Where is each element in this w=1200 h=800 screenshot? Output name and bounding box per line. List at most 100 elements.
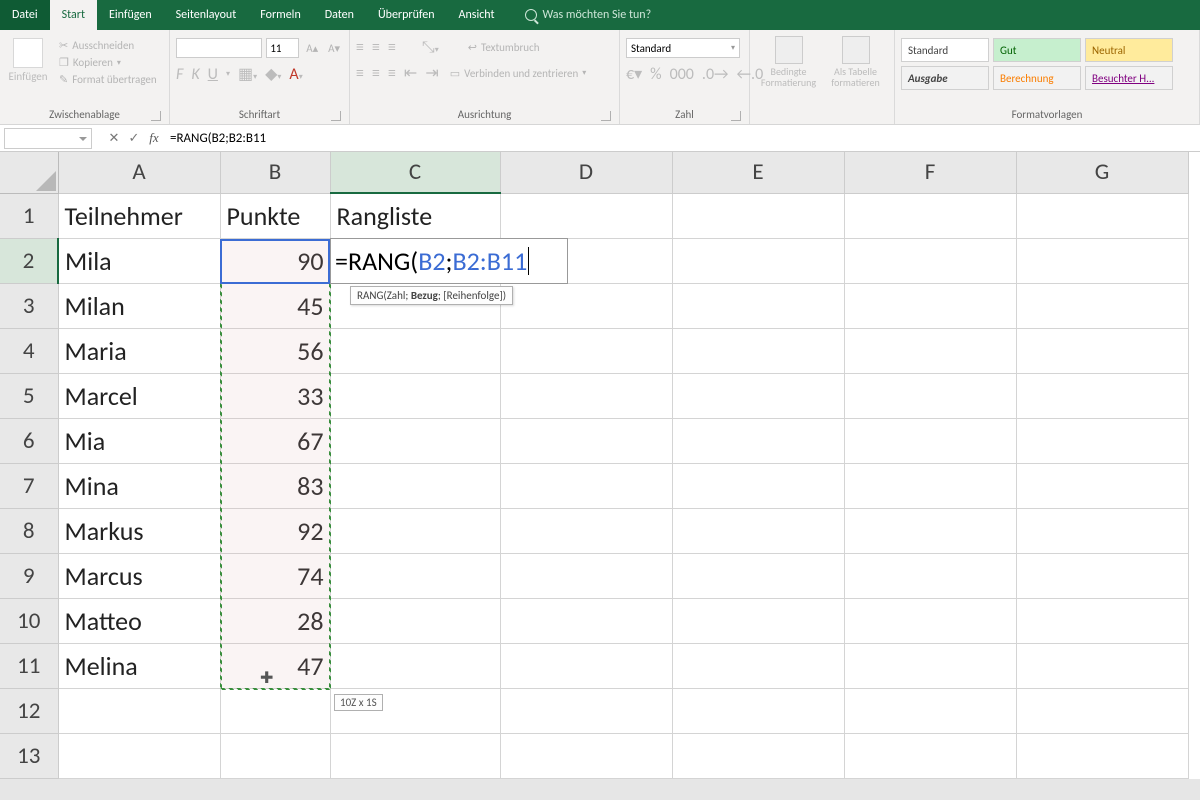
currency-button[interactable]: €▾ [626, 64, 642, 84]
style-gut[interactable]: Gut [993, 38, 1081, 62]
group-label-font: Schriftart [176, 106, 343, 124]
font-color-button[interactable]: A▾ [289, 65, 302, 84]
cell-B1[interactable]: Punkte [220, 193, 330, 238]
fill-color-button[interactable]: ◆▾ [265, 64, 281, 84]
tab-review[interactable]: Überprüfen [366, 0, 447, 30]
row-header-7[interactable]: 7 [0, 463, 58, 508]
shrink-font-button[interactable]: A▾ [325, 41, 343, 56]
insert-function-button[interactable]: fx [144, 130, 164, 146]
merge-center-button[interactable]: ▭Verbinden und zentrieren▾ [447, 66, 590, 81]
row-header-9[interactable]: 9 [0, 553, 58, 598]
underline-button[interactable]: U [208, 65, 218, 84]
col-header-B[interactable]: B [220, 152, 330, 193]
format-as-table-button[interactable]: Als Tabelle formatieren [823, 36, 888, 88]
group-label-clipboard: Zwischenablage [6, 106, 163, 124]
tell-me-search[interactable]: Was möchten Sie tun? [525, 8, 652, 22]
col-header-C[interactable]: C [330, 152, 500, 193]
merge-icon: ▭ [450, 67, 460, 80]
row-header-3[interactable]: 3 [0, 283, 58, 328]
row-header-13[interactable]: 13 [0, 733, 58, 778]
tab-start[interactable]: Start [50, 0, 97, 30]
group-label-alignment: Ausrichtung [356, 106, 613, 124]
row-header-11[interactable]: 11 [0, 643, 58, 688]
align-bottom-button[interactable]: ≡ [388, 38, 396, 57]
dialog-launcher-icon[interactable] [331, 111, 341, 121]
cell-A1[interactable]: Teilnehmer [58, 193, 220, 238]
tab-pagelayout[interactable]: Seitenlayout [164, 0, 249, 30]
row-header-6[interactable]: 6 [0, 418, 58, 463]
spreadsheet-grid[interactable]: A B C D E F G 1 Teilnehmer Punkte Rangli… [0, 152, 1200, 779]
tab-file[interactable]: Datei [0, 0, 50, 30]
comma-button[interactable]: 000 [670, 65, 694, 84]
scissors-icon: ✂ [59, 39, 68, 52]
tab-insert[interactable]: Einfügen [97, 0, 164, 30]
row-header-2[interactable]: 2 [0, 238, 58, 283]
style-besucht[interactable]: Besuchter H... [1085, 66, 1173, 90]
number-format-select[interactable]: Standard ▾ [626, 38, 740, 58]
col-header-F[interactable]: F [844, 152, 1016, 193]
format-painter-button[interactable]: ✎Format übertragen [56, 72, 160, 87]
bold-button[interactable]: F [176, 65, 183, 84]
wrap-icon: ↩ [468, 41, 477, 54]
ribbon: Einfügen ✂Ausschneiden ❐Kopieren▾ ✎Forma… [0, 30, 1200, 125]
enter-formula-button[interactable]: ✓ [124, 131, 144, 146]
dialog-launcher-icon[interactable] [601, 111, 611, 121]
cell-D1[interactable] [500, 193, 672, 238]
font-name-select[interactable] [176, 38, 262, 58]
name-box[interactable] [4, 128, 92, 149]
style-ausgabe[interactable]: Ausgabe [901, 66, 989, 90]
wrap-text-button[interactable]: ↩Textumbruch [465, 40, 543, 55]
orientation-button[interactable]: ⤡▾ [422, 38, 439, 57]
function-tooltip[interactable]: RANG(Zahl; Bezug; [Reihenfolge]) [350, 286, 513, 305]
align-center-button[interactable]: ≡ [372, 64, 380, 83]
indent-increase-button[interactable]: ⇥ [425, 63, 438, 83]
paste-button[interactable]: Einfügen [6, 34, 50, 87]
align-middle-button[interactable]: ≡ [372, 38, 380, 57]
row-header-5[interactable]: 5 [0, 373, 58, 418]
align-left-button[interactable]: ≡ [356, 64, 364, 83]
formula-input[interactable]: =RANG(B2;B2:B11 [164, 128, 1200, 149]
group-label-styles: Formatvorlagen [901, 106, 1193, 124]
selection-size-indicator: 10Z x 1S [334, 694, 383, 711]
font-size-select[interactable]: 11 [266, 38, 299, 58]
align-right-button[interactable]: ≡ [388, 64, 396, 83]
indent-decrease-button[interactable]: ⇤ [404, 63, 417, 83]
row-header-8[interactable]: 8 [0, 508, 58, 553]
select-all-corner[interactable] [0, 152, 58, 193]
cancel-formula-button[interactable]: ✕ [104, 131, 124, 146]
tab-data[interactable]: Daten [313, 0, 366, 30]
cell-C1[interactable]: Rangliste [330, 193, 500, 238]
increase-decimal-button[interactable]: .0→ [702, 65, 729, 84]
grow-font-button[interactable]: A▴ [303, 41, 321, 56]
row-header-1[interactable]: 1 [0, 193, 58, 238]
cut-button[interactable]: ✂Ausschneiden [56, 38, 160, 53]
dialog-launcher-icon[interactable] [731, 111, 741, 121]
col-header-D[interactable]: D [500, 152, 672, 193]
group-label-number: Zahl [626, 106, 743, 124]
border-button[interactable]: ▦▾ [238, 64, 257, 84]
italic-button[interactable]: K [191, 65, 199, 84]
cell-A2[interactable]: Mila [58, 238, 220, 283]
style-neutral[interactable]: Neutral [1085, 38, 1173, 62]
tab-view[interactable]: Ansicht [447, 0, 507, 30]
percent-button[interactable]: % [650, 65, 661, 84]
col-header-E[interactable]: E [672, 152, 844, 193]
row-header-12[interactable]: 12 [0, 688, 58, 733]
dialog-launcher-icon[interactable] [151, 111, 161, 121]
col-header-G[interactable]: G [1016, 152, 1188, 193]
row-header-4[interactable]: 4 [0, 328, 58, 373]
copy-button[interactable]: ❐Kopieren▾ [56, 55, 160, 70]
tell-me-placeholder: Was möchten Sie tun? [543, 8, 652, 22]
style-standard[interactable]: Standard [901, 38, 989, 62]
copy-icon: ❐ [59, 56, 69, 69]
row-header-10[interactable]: 10 [0, 598, 58, 643]
cell-editor[interactable]: =RANG(B2;B2:B11 [330, 238, 568, 284]
conditional-formatting-button[interactable]: Bedingte Formatierung [756, 36, 821, 88]
cell-B2[interactable]: 90 [220, 238, 330, 283]
tab-formulas[interactable]: Formeln [248, 0, 312, 30]
align-top-button[interactable]: ≡ [356, 38, 364, 57]
menu-bar: Datei Start Einfügen Seitenlayout Formel… [0, 0, 1200, 30]
text-caret [528, 247, 529, 275]
col-header-A[interactable]: A [58, 152, 220, 193]
style-berechnung[interactable]: Berechnung [993, 66, 1081, 90]
